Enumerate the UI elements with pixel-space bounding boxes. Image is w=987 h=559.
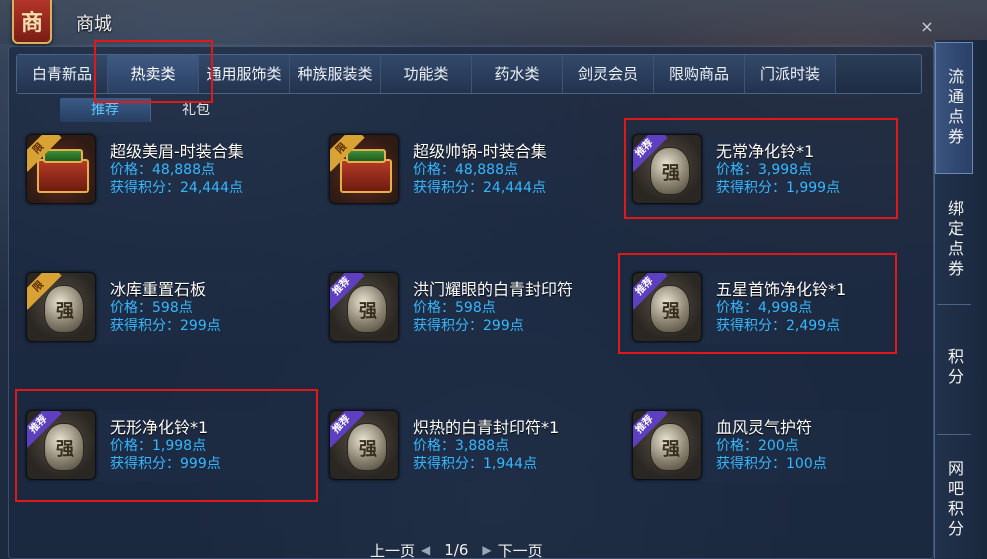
shop-item[interactable]: 强推荐 无常净化铃*1 价格：3,998点 获得积分：1,999点 (632, 134, 912, 224)
rune-glyph: 强 (56, 301, 74, 322)
shop-item[interactable]: 限超级帅锅-时装合集 价格：48,888点 获得积分：24,444点 (329, 134, 609, 224)
tab-limited[interactable]: 限购商品 (654, 55, 745, 93)
tab-sect-costume[interactable]: 门派时装 (745, 55, 836, 93)
subtabs: 推荐 礼包 (60, 98, 241, 122)
shop-item[interactable]: 强推荐 五星首饰净化铃*1 价格：4,998点 获得积分：2,499点 (632, 272, 912, 362)
item-price: 价格：598点 (413, 300, 496, 316)
tab-potion[interactable]: 药水类 (472, 55, 563, 93)
rune-glyph: 强 (359, 301, 377, 322)
tab-new[interactable]: 白青新品 (17, 55, 108, 93)
tab-membership[interactable]: 剑灵会员 (563, 55, 654, 93)
side-tab-bound-points[interactable]: 绑定点券 (935, 180, 973, 300)
item-points: 获得积分：1,999点 (716, 180, 841, 196)
item-price: 价格：4,998点 (716, 300, 813, 316)
rune-stone-icon[interactable]: 强推荐 (329, 272, 399, 342)
item-price: 价格：48,888点 (110, 162, 215, 178)
item-points: 获得积分：299点 (110, 318, 221, 334)
tab-general-costume[interactable]: 通用服饰类 (199, 55, 290, 93)
item-points: 获得积分：299点 (413, 318, 524, 334)
item-points: 获得积分：100点 (716, 456, 827, 472)
item-points: 获得积分：999点 (110, 456, 221, 472)
side-tab-circulating-points[interactable]: 流通点券 (935, 42, 973, 174)
next-page-button[interactable]: 下一页 (498, 540, 543, 559)
item-price: 价格：3,998点 (716, 162, 813, 178)
item-points: 获得积分：1,944点 (413, 456, 538, 472)
item-points: 获得积分：2,499点 (716, 318, 841, 334)
rune-glyph: 强 (359, 439, 377, 460)
rune-glyph: 强 (56, 439, 74, 460)
chest-body (340, 159, 392, 193)
prev-page-button[interactable]: 上一页 (370, 540, 415, 559)
currency-side-tabs: 流通点券 绑定点券 积分 网吧积分 (934, 40, 987, 559)
rune-stone-icon[interactable]: 强限 (26, 272, 96, 342)
rune-glyph: 强 (662, 163, 680, 184)
item-points: 获得积分：24,444点 (110, 180, 243, 196)
pagination: 上一页 ◀ 1/6 ▶ 下一页 (370, 541, 543, 559)
shop-item[interactable]: 限超级美眉-时装合集 价格：48,888点 获得积分：24,444点 (26, 134, 306, 224)
side-tab-divider (937, 304, 971, 305)
window-title: 商城 (76, 14, 112, 35)
rune-stone-icon[interactable]: 强推荐 (632, 272, 702, 342)
rune-stone-icon[interactable]: 强推荐 (632, 134, 702, 204)
rune-glyph: 强 (662, 439, 680, 460)
item-points: 获得积分：24,444点 (413, 180, 546, 196)
costume-chest-icon[interactable]: 限 (329, 134, 399, 204)
rune-glyph: 强 (662, 301, 680, 322)
window-title-bar (0, 0, 987, 44)
close-button[interactable]: × (916, 16, 938, 38)
item-price: 价格：48,888点 (413, 162, 518, 178)
side-tab-netcafe-score[interactable]: 网吧积分 (935, 440, 973, 559)
item-price: 价格：3,888点 (413, 438, 510, 454)
side-tab-score[interactable]: 积分 (935, 308, 973, 428)
tab-function[interactable]: 功能类 (381, 55, 472, 93)
category-tabs: 白青新品 热卖类 通用服饰类 种族服装类 功能类 药水类 剑灵会员 限购商品 门… (16, 54, 922, 94)
shop-item[interactable]: 强推荐 无形净化铃*1 价格：1,998点 获得积分：999点 (26, 410, 306, 500)
chest-body (37, 159, 89, 193)
chest-lid (43, 149, 83, 163)
shop-item[interactable]: 强推荐 血风灵气护符 价格：200点 获得积分：100点 (632, 410, 912, 500)
shop-item[interactable]: 强推荐 洪门耀眼的白青封印符 价格：598点 获得积分：299点 (329, 272, 609, 362)
rune-stone-icon[interactable]: 强推荐 (26, 410, 96, 480)
subtab-recommend[interactable]: 推荐 (60, 98, 150, 122)
tab-race-costume[interactable]: 种族服装类 (290, 55, 381, 93)
subtab-gift[interactable]: 礼包 (151, 98, 241, 122)
side-tab-divider (937, 434, 971, 435)
shop-logo-icon: 商 (12, 0, 52, 44)
next-arrow-icon[interactable]: ▶ (482, 543, 491, 557)
page-indicator: 1/6 (444, 541, 469, 559)
rune-stone-icon[interactable]: 强推荐 (329, 410, 399, 480)
item-price: 价格：1,998点 (110, 438, 207, 454)
rune-stone-icon[interactable]: 强推荐 (632, 410, 702, 480)
item-price: 价格：200点 (716, 438, 799, 454)
item-price: 价格：598点 (110, 300, 193, 316)
prev-arrow-icon[interactable]: ◀ (421, 543, 430, 557)
shop-item[interactable]: 强限冰库重置石板 价格：598点 获得积分：299点 (26, 272, 306, 362)
shop-item[interactable]: 强推荐 炽热的白青封印符*1 价格：3,888点 获得积分：1,944点 (329, 410, 609, 500)
costume-chest-icon[interactable]: 限 (26, 134, 96, 204)
tab-hot[interactable]: 热卖类 (108, 55, 199, 93)
chest-lid (346, 149, 386, 163)
